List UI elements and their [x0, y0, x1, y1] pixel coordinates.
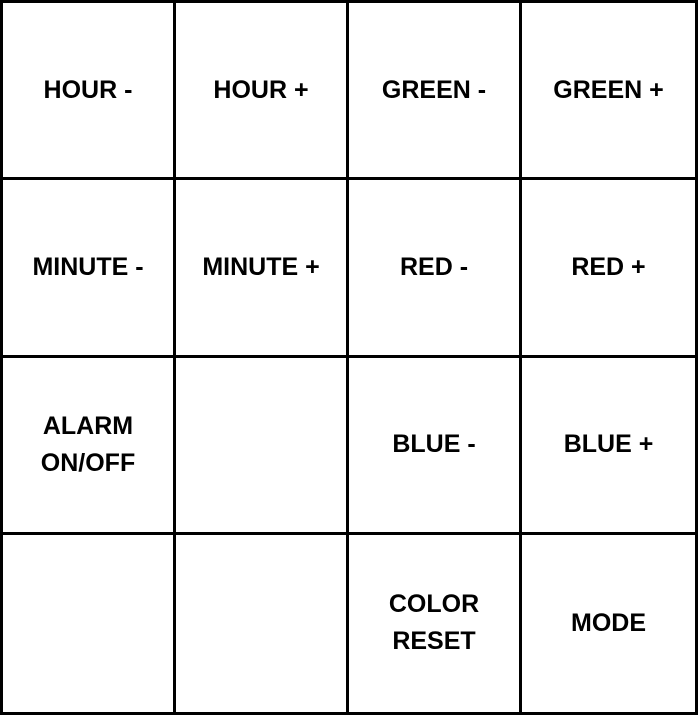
alarm-on-off-button[interactable]: ALARM ON/OFF [3, 357, 176, 535]
keypad-grid: HOUR - HOUR + GREEN - GREEN + MINUTE - M… [0, 0, 698, 715]
red-plus-label: RED + [571, 252, 646, 281]
empty-key-r4c2[interactable] [176, 534, 349, 712]
alarm-on-off-label: ALARM ON/OFF [40, 411, 136, 477]
red-minus-label: RED - [399, 252, 469, 281]
hour-minus-label: HOUR - [43, 75, 133, 104]
green-plus-button[interactable]: GREEN + [522, 3, 695, 181]
blue-plus-button[interactable]: BLUE + [522, 357, 695, 535]
mode-button[interactable]: MODE [522, 534, 695, 712]
empty-key-r3c2[interactable] [176, 357, 349, 535]
color-reset-label: COLOR RESET [388, 590, 480, 656]
hour-plus-label: HOUR + [213, 75, 309, 104]
green-plus-label: GREEN + [553, 75, 664, 104]
empty-key-r4c1[interactable] [3, 534, 176, 712]
green-minus-label: GREEN - [381, 75, 487, 104]
minute-minus-label: MINUTE - [32, 252, 144, 281]
blue-plus-label: BLUE + [563, 430, 654, 459]
minute-plus-button[interactable]: MINUTE + [176, 180, 349, 358]
red-minus-button[interactable]: RED - [349, 180, 522, 358]
hour-plus-button[interactable]: HOUR + [176, 3, 349, 181]
hour-minus-button[interactable]: HOUR - [3, 3, 176, 181]
blue-minus-label: BLUE - [392, 430, 476, 459]
minute-plus-label: MINUTE + [202, 252, 320, 281]
red-plus-button[interactable]: RED + [522, 180, 695, 358]
mode-label: MODE [571, 608, 646, 637]
minute-minus-button[interactable]: MINUTE - [3, 180, 176, 358]
blue-minus-button[interactable]: BLUE - [349, 357, 522, 535]
color-reset-button[interactable]: COLOR RESET [349, 534, 522, 712]
green-minus-button[interactable]: GREEN - [349, 3, 522, 181]
